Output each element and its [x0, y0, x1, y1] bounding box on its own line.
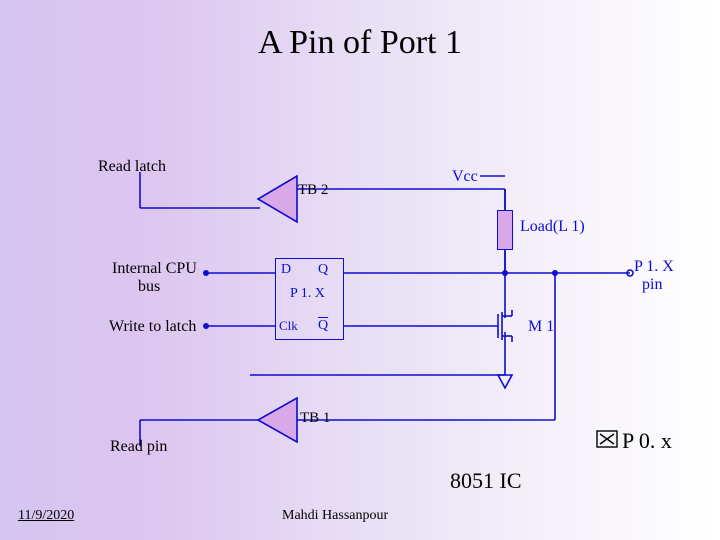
label-tb2: TB 2	[298, 182, 328, 199]
label-p1x-pin-1: P 1. X	[634, 258, 674, 276]
label-tb1: TB 1	[300, 410, 330, 427]
junction-dot	[552, 270, 558, 276]
circuit-wires	[0, 0, 720, 540]
label-write-to-latch: Write to latch	[109, 318, 196, 336]
label-qbar: Q	[318, 318, 328, 334]
junction-dot	[203, 270, 209, 276]
label-p0x: P 0. x	[622, 428, 672, 454]
label-p0x-group: P 0. x	[596, 428, 672, 454]
junction-dot	[502, 270, 508, 276]
label-d: D	[281, 262, 291, 278]
footer-author: Mahdi Hassanpour	[282, 508, 388, 524]
box-x-icon	[596, 428, 618, 454]
label-load: Load(L 1)	[520, 218, 585, 236]
label-8051-ic: 8051 IC	[450, 468, 522, 494]
junction-dot	[203, 323, 209, 329]
diagram-stage: Read latch TB 2 Vcc Load(L 1) Internal C…	[0, 0, 720, 540]
label-read-pin: Read pin	[110, 438, 167, 456]
label-p1x-latch: P 1. X	[290, 286, 325, 302]
label-m1: M 1	[528, 318, 554, 336]
label-vcc: Vcc	[452, 168, 478, 186]
load-fill	[498, 211, 512, 249]
label-internal-cpu-2: bus	[138, 278, 160, 296]
label-clk: Clk	[279, 318, 298, 334]
label-q: Q	[318, 262, 328, 278]
footer-date: 11/9/2020	[18, 508, 74, 524]
label-read-latch: Read latch	[98, 158, 166, 176]
label-internal-cpu-1: Internal CPU	[112, 260, 197, 278]
label-p1x-pin-2: pin	[642, 276, 662, 294]
